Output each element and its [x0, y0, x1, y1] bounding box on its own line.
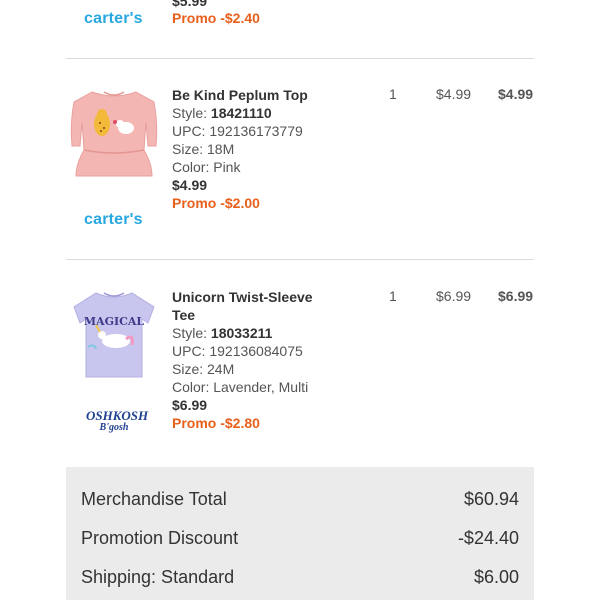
promotion-discount-label: Promotion Discount	[81, 528, 239, 548]
item-style: Style: 18421110	[172, 105, 272, 121]
item-name[interactable]: Unicorn Twist-Sleeve Tee	[172, 288, 322, 324]
item-price: $6.99	[172, 397, 208, 413]
item-promo: Promo -$2.00	[172, 195, 260, 211]
item-quantity: 1	[389, 86, 397, 102]
item-upc: UPC: 192136084075	[172, 343, 303, 359]
divider	[66, 58, 534, 59]
item-unit-price: $4.99	[436, 86, 472, 102]
oshkosh-logo: OSHKOSH B'gosh	[86, 408, 149, 433]
shipping-label: Shipping: Standard	[81, 567, 235, 587]
item-unit-price: $6.99	[436, 288, 472, 304]
product-image-unicorn-tee[interactable]: MAGICAL	[66, 285, 162, 381]
top-partial-item: $5.99 Promo -$2.40 carter's	[0, 0, 600, 58]
item-details: Be Kind Peplum Top Style: 18421110 UPC: …	[172, 86, 322, 212]
carters-logo: carter's	[84, 10, 143, 27]
item-price: $4.99	[172, 177, 208, 193]
merchandise-total-label: Merchandise Total	[81, 489, 227, 509]
divider	[66, 259, 534, 260]
carters-logo: carter's	[84, 211, 143, 228]
shipping-value: $6.00	[473, 567, 519, 587]
shirt-print-text: MAGICAL	[84, 315, 145, 328]
item-name[interactable]: Be Kind Peplum Top	[172, 86, 322, 104]
order-summary: Merchandise Total $60.94 Promotion Disco…	[66, 467, 534, 600]
item-color: Color: Pink	[172, 159, 241, 175]
item-price: $5.99	[172, 0, 208, 9]
item-size: Size: 24M	[172, 361, 235, 377]
item-total: $6.99	[498, 288, 534, 304]
item-promo: Promo -$2.40	[172, 10, 260, 26]
item-quantity: 1	[389, 288, 397, 304]
merchandise-total-value: $60.94	[463, 489, 519, 509]
product-image-peplum-top[interactable]	[66, 84, 162, 180]
promotion-discount-value: -$24.40	[457, 528, 519, 548]
item-details: Unicorn Twist-Sleeve Tee Style: 18033211 …	[172, 288, 322, 432]
item-upc: UPC: 192136173779	[172, 123, 303, 139]
item-promo: Promo -$2.80	[172, 415, 260, 431]
item-color: Color: Lavender, Multi	[172, 379, 309, 395]
item-style: Style: 18033211	[172, 325, 273, 341]
item-total: $4.99	[498, 86, 534, 102]
item-size: Size: 18M	[172, 141, 235, 157]
